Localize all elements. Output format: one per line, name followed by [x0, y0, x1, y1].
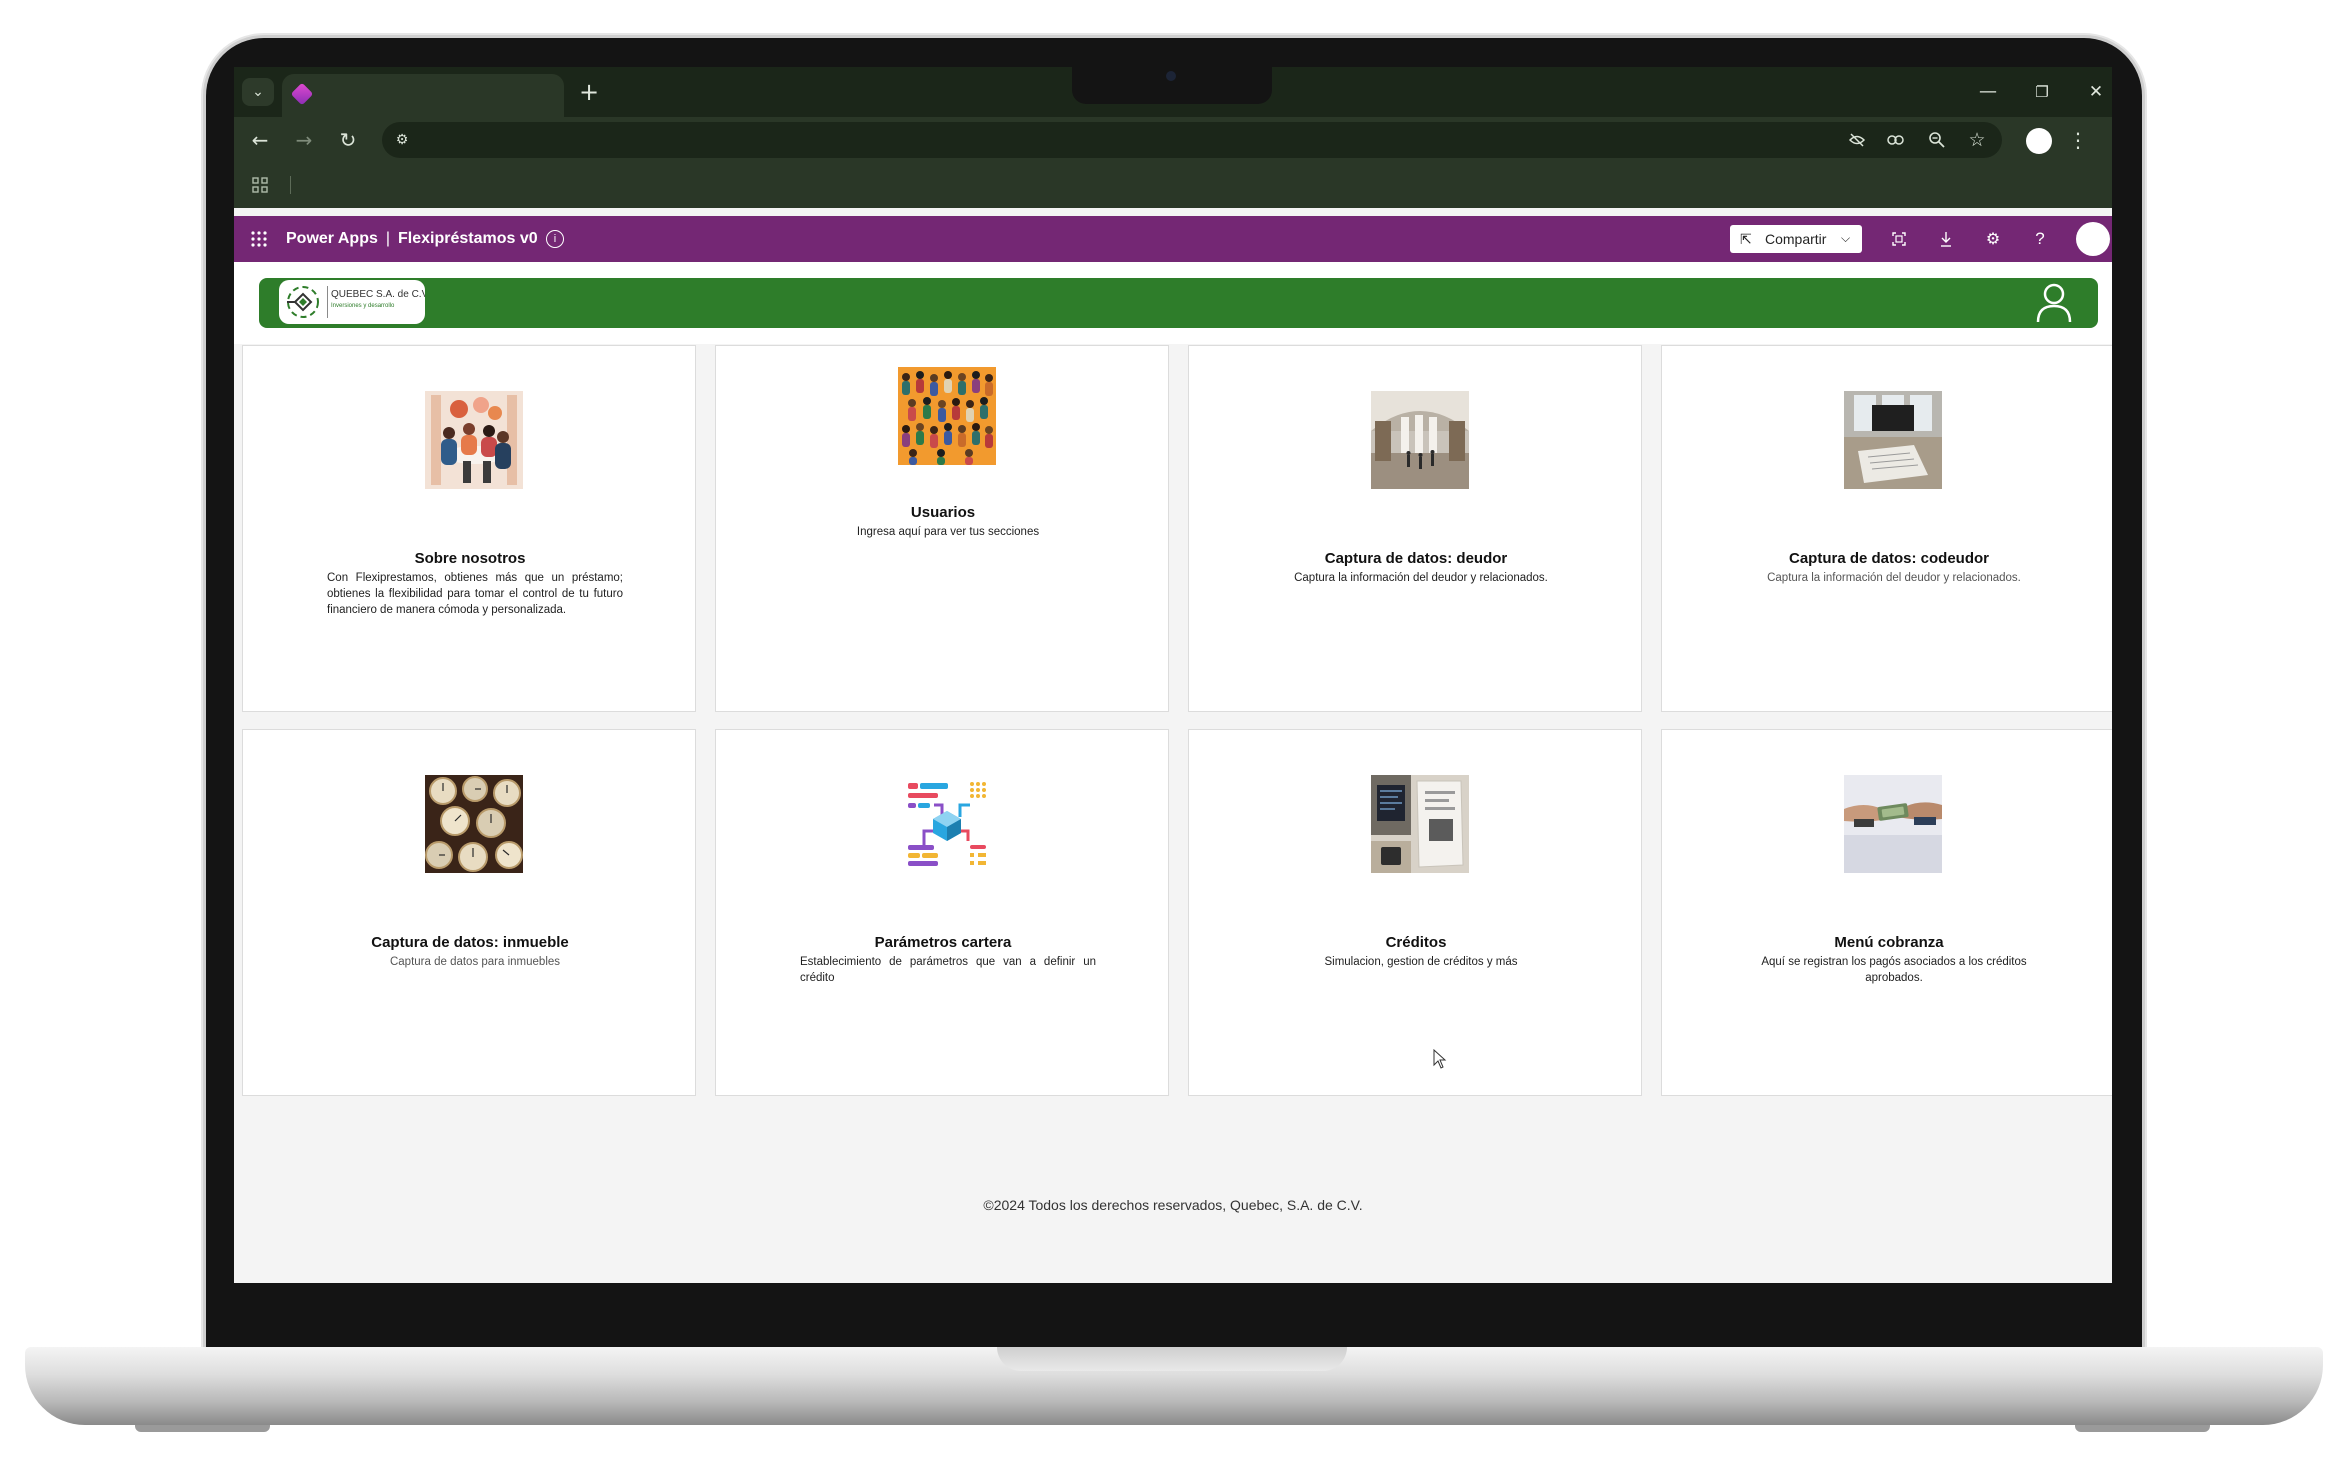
- waffle-menu-icon[interactable]: [246, 226, 272, 252]
- download-icon[interactable]: [1932, 225, 1960, 253]
- mouse-cursor-icon: [1433, 1049, 1447, 1069]
- crowd-illustration: [898, 367, 996, 465]
- quebec-logo-icon: [287, 286, 319, 318]
- header-banner: QUEBEC S.A. de C.V. Inversiones y desarr…: [259, 278, 2098, 328]
- minimize-button[interactable]: —: [1968, 77, 2008, 107]
- company-logo: QUEBEC S.A. de C.V. Inversiones y desarr…: [279, 280, 425, 324]
- share-button-label: Compartir: [1765, 231, 1827, 247]
- card-menu-cobranza[interactable]: Menú cobranza Aquí se registran los pagó…: [1661, 729, 2112, 1096]
- user-profile-icon[interactable]: [2032, 280, 2076, 324]
- logo-divider: [327, 286, 328, 318]
- laptop-foot-right: [2075, 1425, 2210, 1432]
- power-apps-header: Power Apps | Flexipréstamos v0 i ⇱ Compart…: [234, 216, 2112, 262]
- team-meeting-illustration: [425, 391, 523, 489]
- money-handshake-photo: [1844, 775, 1942, 873]
- app-name: Flexipréstamos v0: [398, 230, 538, 247]
- card-description: Con Flexiprestamos, obtienes más que un …: [327, 572, 623, 616]
- forward-button[interactable]: →: [288, 124, 320, 156]
- card-sobre-nosotros[interactable]: Sobre nosotros Con Flexiprestamos, obtie…: [242, 345, 696, 712]
- card-description: Captura la información del deudor y rela…: [1294, 572, 1548, 584]
- card-title: Créditos: [1385, 934, 1447, 951]
- user-avatar[interactable]: [2076, 222, 2110, 256]
- back-button[interactable]: ←: [244, 124, 276, 156]
- app-top-area: QUEBEC S.A. de C.V. Inversiones y desarr…: [234, 262, 2112, 344]
- pocket-watches-photo: [425, 775, 523, 873]
- card-title: Captura de datos: deudor: [1324, 550, 1508, 567]
- bookmark-separator: [290, 176, 291, 194]
- bookmark-bar: [234, 162, 2112, 208]
- laptop-screen: ⌄ + — ❐ ✕ ← → ↻ ⚙ ☆ ⋮ Power Apps | Flexi…: [234, 67, 2112, 1283]
- card-parametros-cartera[interactable]: Parámetros cartera Establecimiento de pa…: [715, 729, 1169, 1096]
- card-description: Simulacion, gestion de créditos y más: [1324, 956, 1518, 968]
- desk-documents-photo: [1844, 391, 1942, 489]
- title-separator: |: [385, 230, 391, 247]
- info-icon[interactable]: i: [546, 230, 564, 248]
- close-window-button[interactable]: ✕: [2076, 77, 2112, 107]
- app-header-title: Power Apps | Flexipréstamos v0: [286, 216, 538, 262]
- card-captura-inmueble[interactable]: Captura de datos: inmueble Captura de da…: [242, 729, 696, 1096]
- eye-off-icon[interactable]: [1842, 125, 1872, 155]
- card-usuarios[interactable]: Usuarios Ingresa aquí para ver tus secci…: [715, 345, 1169, 712]
- app-canvas: QUEBEC S.A. de C.V. Inversiones y desarr…: [234, 262, 2112, 1283]
- browser-profile-avatar[interactable]: [2026, 128, 2052, 154]
- parameters-diagram-icon: [898, 775, 996, 873]
- zoom-icon[interactable]: [1922, 125, 1952, 155]
- card-title: Usuarios: [910, 504, 976, 521]
- office-lobby-photo: [1371, 391, 1469, 489]
- card-description: Ingresa aquí para ver tus secciones: [856, 526, 1040, 538]
- power-apps-favicon-icon: [290, 82, 314, 106]
- chevron-down-icon: ⌵: [1841, 231, 1851, 245]
- apps-grid-icon[interactable]: [249, 174, 271, 196]
- camera-icon: [1166, 71, 1176, 81]
- card-title: Captura de datos: codeudor: [1788, 550, 1990, 567]
- reload-button[interactable]: ↻: [332, 124, 364, 156]
- site-info-icon[interactable]: ⚙: [388, 126, 416, 154]
- card-description: Captura de datos para inmuebles: [389, 956, 561, 968]
- card-title: Parámetros cartera: [874, 934, 1012, 951]
- card-title: Sobre nosotros: [414, 550, 526, 567]
- help-icon[interactable]: ?: [2026, 225, 2054, 253]
- restore-button[interactable]: ❐: [2022, 77, 2062, 107]
- star-icon[interactable]: ☆: [1962, 125, 1992, 155]
- card-captura-codeudor[interactable]: Captura de datos: codeudor Captura la in…: [1661, 345, 2112, 712]
- card-description: Captura la información del deudor y rela…: [1767, 572, 2021, 584]
- browser-toolbar: ← → ↻ ⚙ ☆ ⋮: [234, 117, 2112, 162]
- logo-tagline: Inversiones y desarrollo: [331, 303, 395, 309]
- card-description: Aquí se registran los pagós asociados a …: [1761, 956, 2027, 984]
- settings-gear-icon[interactable]: ⚙: [1979, 225, 2007, 253]
- camera-notch: [1072, 67, 1272, 104]
- card-creditos[interactable]: Créditos Simulacion, gestion de créditos…: [1188, 729, 1642, 1096]
- share-icon: ⇱: [1740, 231, 1752, 247]
- tab-search-button[interactable]: ⌄: [242, 78, 274, 106]
- laptop-foot-left: [135, 1425, 270, 1432]
- card-title: Captura de datos: inmueble: [371, 934, 569, 951]
- browser-menu-icon[interactable]: ⋮: [2066, 124, 2090, 156]
- footer-copyright: ©2024 Todos los derechos reservados, Que…: [983, 1197, 1363, 1213]
- logo-company-name: QUEBEC S.A. de C.V.: [331, 289, 425, 300]
- fit-to-window-icon[interactable]: [1885, 225, 1913, 253]
- new-tab-button[interactable]: +: [574, 77, 604, 107]
- address-bar[interactable]: ⚙ ☆: [382, 122, 2002, 158]
- key-icon[interactable]: [1882, 125, 1912, 155]
- laptop-trackpad-notch: [997, 1347, 1347, 1371]
- browser-tab-active[interactable]: [282, 74, 564, 117]
- card-description: Establecimiento de parámetros que van a …: [800, 956, 1096, 984]
- accounting-photo: [1371, 775, 1469, 873]
- card-captura-deudor[interactable]: Captura de datos: deudor Captura la info…: [1188, 345, 1642, 712]
- card-title: Menú cobranza: [1834, 934, 1944, 951]
- product-name: Power Apps: [286, 230, 378, 247]
- share-button[interactable]: ⇱ Compartir ⌵: [1730, 225, 1862, 253]
